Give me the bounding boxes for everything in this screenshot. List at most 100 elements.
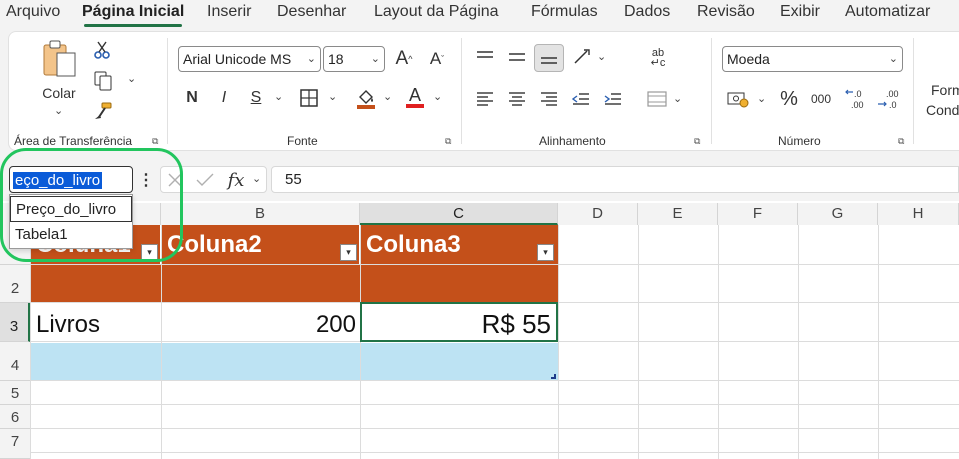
shrink-font-button[interactable]: Aˇ [425,46,449,72]
format-painter-icon[interactable] [92,100,114,122]
column-header-h[interactable]: H [878,203,959,225]
cancel-icon[interactable] [164,170,186,190]
align-top-icon[interactable] [474,46,496,68]
row-header-6[interactable]: 6 [0,405,30,429]
fx-chevron-down-icon[interactable]: ⌄ [252,172,261,185]
table-header-coluna3[interactable]: Coluna3 [361,225,558,264]
align-right-icon[interactable] [538,88,560,110]
table-cell-b3[interactable]: 200 [162,311,356,339]
formula-input[interactable]: 55 [271,166,959,193]
merge-chevron-down-icon[interactable]: ⌄ [673,92,682,105]
name-box-value[interactable]: eço_do_livro [13,172,103,189]
align-middle-icon[interactable] [506,46,528,68]
font-name-select[interactable]: Arial Unicode MS ⌄ [178,46,321,72]
insert-function-button[interactable]: fx [225,168,247,192]
font-color-chevron-down-icon[interactable]: ⌄ [433,90,442,103]
borders-chevron-down-icon[interactable]: ⌄ [328,90,337,103]
table-cell-c2[interactable] [361,265,558,302]
orientation-chevron-down-icon[interactable]: ⌄ [597,50,606,63]
orientation-icon[interactable] [570,46,594,68]
tab-revisao[interactable]: Revisão [697,3,755,21]
column-header-e[interactable]: E [638,203,718,225]
row-header-3[interactable]: 3 [0,303,30,342]
wrap-text-icon[interactable]: ab ↵c [646,46,670,70]
clipboard-launcher-icon[interactable]: ⧉ [152,136,162,146]
fill-color-chevron-down-icon[interactable]: ⌄ [383,90,392,103]
column-header-d[interactable]: D [558,203,638,225]
alignment-launcher-icon[interactable]: ⧉ [694,136,704,146]
align-left-icon[interactable] [474,88,496,110]
number-format-select[interactable]: Moeda ⌄ [722,46,903,72]
borders-icon[interactable] [298,87,320,109]
group-divider [711,38,712,144]
copy-chevron-down-icon[interactable]: ⌄ [127,72,136,85]
merge-center-icon[interactable] [646,88,668,110]
row-header-5[interactable]: 5 [0,381,30,405]
tab-desenhar[interactable]: Desenhar [277,3,346,21]
column-header-g[interactable]: G [798,203,878,225]
accounting-chevron-down-icon[interactable]: ⌄ [757,92,766,105]
filter-dropdown-icon[interactable]: ▾ [340,244,357,261]
comma-style-button[interactable]: 000 [808,88,834,110]
tab-pagina-inicial[interactable]: Página Inicial [82,3,184,21]
conditional-formatting-label-2[interactable]: Cond [926,102,959,118]
tab-arquivo[interactable]: Arquivo [6,3,60,21]
tab-layout-da-pagina[interactable]: Layout da Página [374,3,499,21]
row-header-7[interactable]: 7 [0,429,30,459]
align-bottom-icon[interactable] [534,44,564,72]
tab-formulas[interactable]: Fórmulas [531,3,598,21]
paste-chevron-down-icon[interactable]: ⌄ [54,104,63,117]
group-divider [913,38,914,144]
table-cell-a4[interactable] [31,343,161,380]
number-launcher-icon[interactable]: ⧉ [898,136,908,146]
column-header-b[interactable]: B [161,203,360,225]
table-header-coluna2[interactable]: Coluna2 [162,225,360,264]
dropdown-item-tabela1[interactable]: Tabela1 [10,222,132,248]
accounting-format-icon[interactable] [726,88,750,110]
copy-icon[interactable] [92,70,114,92]
font-color-button[interactable]: A [404,84,426,110]
tab-dados[interactable]: Dados [624,3,670,21]
percent-style-button[interactable]: % [777,86,801,112]
filter-dropdown-icon[interactable]: ▾ [141,244,158,261]
tab-automatizar[interactable]: Automatizar [845,3,930,21]
table-resize-handle[interactable] [551,374,556,379]
paste-label[interactable]: Colar [38,84,80,102]
increase-indent-icon[interactable] [602,88,624,110]
font-size-select[interactable]: 18 ⌄ [323,46,385,72]
gridline [30,428,959,429]
decrease-decimal-icon[interactable]: .00.0 [876,86,902,112]
paste-icon[interactable] [40,38,80,80]
italic-button[interactable]: I [214,87,234,109]
tab-exibir[interactable]: Exibir [780,3,820,21]
grow-font-button[interactable]: A ^ [392,46,416,72]
column-header-c[interactable]: C [360,203,558,225]
table-cell-b2[interactable] [162,265,360,302]
align-center-icon[interactable] [506,88,528,110]
table-cell-a3[interactable]: Livros [36,311,100,339]
bold-button[interactable]: N [182,87,202,109]
fill-color-icon[interactable] [354,86,378,110]
alignment-group-label: Alinhamento [539,134,606,148]
cut-icon[interactable] [92,40,112,60]
decrease-indent-icon[interactable] [570,88,592,110]
table-cell-a2[interactable] [31,265,161,302]
font-launcher-icon[interactable]: ⧉ [445,136,455,146]
table-cell-b4[interactable] [162,343,360,380]
column-header-f[interactable]: F [718,203,798,225]
number-group-label: Número [778,134,821,148]
font-size-value: 18 [328,51,344,67]
conditional-formatting-label-1[interactable]: Form [931,82,959,98]
dropdown-item-preco-do-livro[interactable]: Preço_do_livro [10,196,132,222]
table-cell-c4[interactable] [361,343,558,380]
row-header-2[interactable]: 2 [0,265,30,303]
filter-dropdown-icon[interactable]: ▾ [537,244,554,261]
underline-button[interactable]: S [246,87,266,109]
enter-icon[interactable] [194,170,216,190]
row-header-4[interactable]: 4 [0,342,30,381]
increase-decimal-icon[interactable]: .0.00 [844,86,870,112]
tab-inserir[interactable]: Inserir [207,3,251,21]
more-options-icon[interactable]: ⋮ [138,170,154,190]
name-box[interactable]: eço_do_livro [9,166,133,193]
underline-chevron-down-icon[interactable]: ⌄ [274,90,283,103]
